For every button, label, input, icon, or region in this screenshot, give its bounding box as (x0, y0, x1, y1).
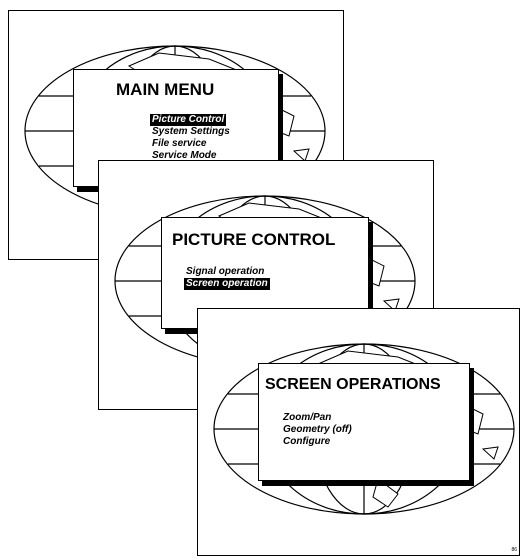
menu-item-configure[interactable]: Configure (281, 436, 332, 448)
screen-operations-panel: SCREEN OPERATIONS Zoom/Pan Geometry (off… (258, 363, 470, 481)
screen-screen-operations: SCREEN OPERATIONS Zoom/Pan Geometry (off… (197, 308, 520, 556)
page-title: MAIN MENU (116, 80, 215, 99)
menu-list: Zoom/Pan Geometry (off) Configure (281, 412, 354, 448)
page-title: SCREEN OPERATIONS (265, 376, 441, 393)
menu-item-signal-operation[interactable]: Signal operation (184, 266, 266, 278)
menu-list: Signal operation Screen operation (184, 266, 270, 290)
figure-code-label: 86 (511, 547, 517, 553)
menu-item-system-settings[interactable]: System Settings (150, 126, 232, 138)
menu-item-screen-operation[interactable]: Screen operation (184, 278, 270, 290)
menu-item-file-service[interactable]: File service (150, 138, 208, 150)
menu-item-geometry[interactable]: Geometry (off) (281, 424, 354, 436)
page-title: PICTURE CONTROL (172, 230, 336, 249)
menu-item-picture-control[interactable]: Picture Control (150, 114, 227, 126)
menu-item-zoom-pan[interactable]: Zoom/Pan (281, 412, 333, 424)
